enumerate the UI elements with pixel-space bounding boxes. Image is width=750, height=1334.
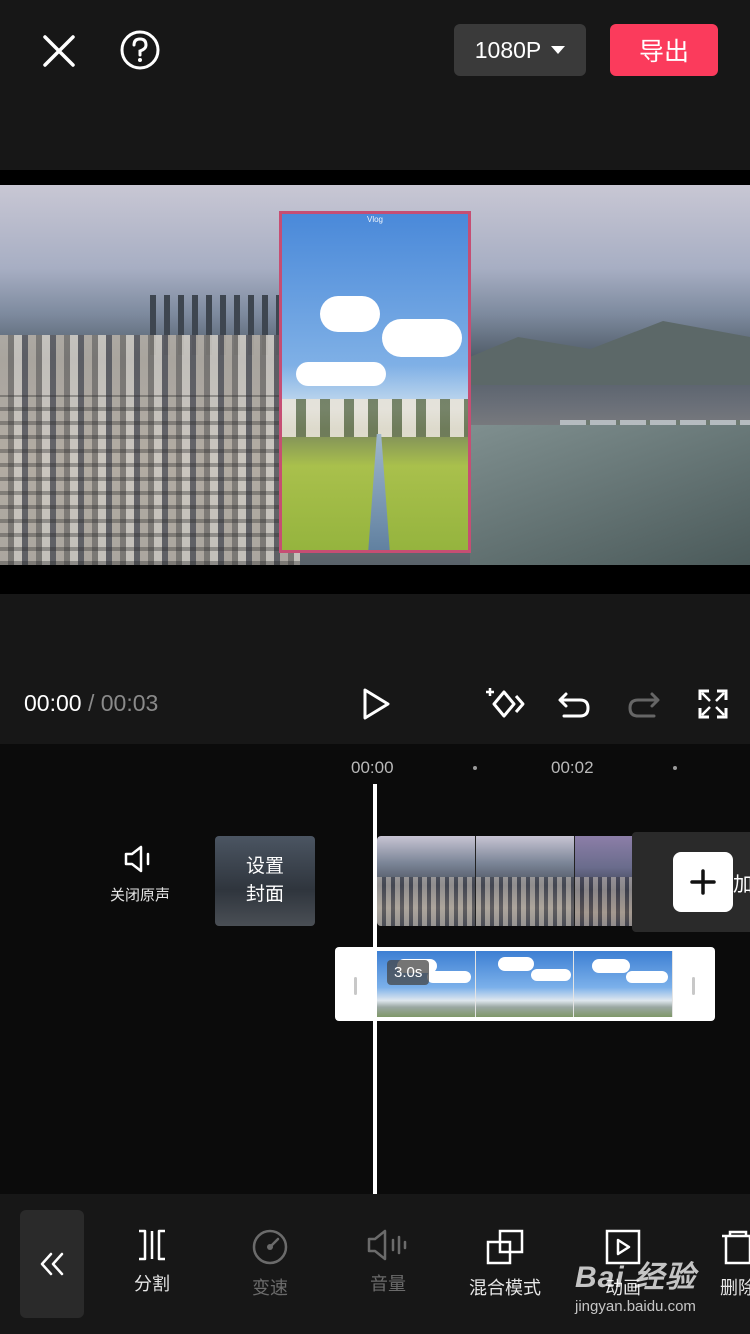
back-button[interactable]	[20, 1210, 84, 1318]
add-clip-button[interactable]	[673, 852, 733, 912]
trim-handle-left[interactable]	[354, 977, 357, 995]
trim-handle-right[interactable]	[692, 977, 695, 995]
watermark-url: jingyan.baidu.com	[575, 1298, 696, 1315]
resolution-dropdown[interactable]: 1080P	[454, 24, 586, 76]
double-chevron-left-icon	[40, 1252, 64, 1276]
set-cover-button[interactable]: 设置封面	[215, 836, 315, 926]
time-display: 00:00 / 00:03	[24, 690, 158, 717]
tool-label: 混合模式	[469, 1278, 541, 1298]
add-keyframe-icon[interactable]	[482, 682, 526, 726]
speed-icon	[252, 1229, 288, 1265]
baidu-watermark: Bai 经验 jingyan.baidu.com	[575, 1252, 735, 1330]
total-time: 00:03	[100, 690, 159, 716]
ruler-label-0: 00:00	[351, 758, 394, 777]
tool-speed[interactable]: 变速	[220, 1228, 320, 1300]
tool-label: 分割	[134, 1274, 170, 1294]
speaker-icon	[124, 845, 150, 873]
caret-down-icon	[551, 46, 566, 54]
playhead[interactable]	[373, 784, 377, 1194]
close-icon[interactable]	[36, 28, 82, 74]
play-icon[interactable]	[354, 682, 398, 726]
ruler-tick	[473, 766, 477, 770]
undo-icon[interactable]	[552, 682, 596, 726]
playback-controls: 00:00 / 00:03	[0, 594, 750, 744]
main-video-track[interactable]	[377, 836, 674, 926]
time-separator: /	[87, 690, 95, 716]
export-button[interactable]: 导出	[610, 24, 718, 76]
plus-icon	[690, 869, 716, 895]
tool-blend-mode[interactable]: 混合模式	[455, 1228, 555, 1300]
track-thumbnail	[377, 836, 476, 926]
track-thumbnail	[476, 836, 575, 926]
add-ending-hint[interactable]: 加片尾	[733, 868, 750, 897]
tool-volume[interactable]: 音量	[338, 1228, 438, 1296]
clip-duration-badge: 3.0s	[387, 960, 430, 985]
tool-split[interactable]: 分割	[102, 1228, 202, 1296]
volume-icon	[367, 1229, 407, 1261]
fullscreen-icon[interactable]	[691, 682, 735, 726]
overlay-watermark: Vlog	[366, 215, 383, 224]
mute-original-button[interactable]: 关闭原声	[100, 844, 180, 905]
video-preview[interactable]: Vlog	[0, 170, 750, 594]
tool-label: 音量	[370, 1274, 406, 1294]
ruler-tick	[673, 766, 677, 770]
redo-icon[interactable]	[622, 682, 666, 726]
help-icon[interactable]	[118, 28, 162, 72]
mute-original-label: 关闭原声	[109, 887, 170, 904]
blend-mode-icon	[486, 1229, 524, 1265]
pip-overlay-frame[interactable]: Vlog	[279, 211, 471, 553]
current-time: 00:00	[24, 690, 82, 716]
split-icon	[139, 1229, 165, 1261]
tool-label: 变速	[252, 1278, 288, 1298]
watermark-brand: Bai 经验	[575, 1261, 697, 1294]
ruler-label-1: 00:02	[551, 758, 594, 777]
resolution-label: 1080P	[474, 36, 542, 63]
top-bar: 1080P 导出	[0, 0, 750, 170]
set-cover-label: 设置封面	[245, 856, 284, 905]
